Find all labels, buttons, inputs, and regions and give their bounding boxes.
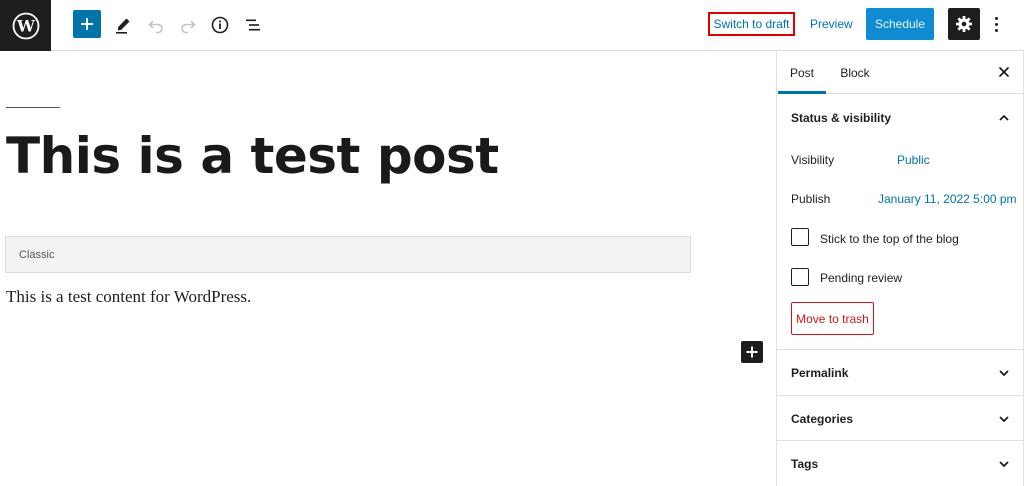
vertical-ellipsis-icon: [994, 16, 998, 20]
pending-review-checkbox[interactable]: [791, 268, 809, 286]
permalink-panel-toggle[interactable]: Permalink: [777, 350, 1024, 395]
tools-button[interactable]: [108, 10, 138, 40]
options-menu-button[interactable]: [986, 10, 1006, 38]
separator-block: [6, 107, 60, 108]
sidebar-tabs: Post Block: [777, 51, 1024, 94]
panel-title: Tags: [791, 456, 819, 471]
tags-panel-toggle[interactable]: Tags: [777, 441, 1024, 486]
preview-button[interactable]: Preview: [805, 12, 858, 36]
info-icon: [211, 16, 229, 34]
redo-button[interactable]: [173, 10, 203, 40]
undo-button[interactable]: [141, 10, 171, 40]
undo-icon: [148, 20, 163, 34]
block-inserter-button[interactable]: [741, 341, 763, 363]
move-to-trash-button[interactable]: Move to trash: [791, 302, 874, 335]
tab-post[interactable]: Post: [778, 51, 826, 94]
wordpress-logo-button[interactable]: W: [0, 0, 51, 51]
schedule-button[interactable]: Schedule: [866, 8, 934, 40]
editor-header: W Switch to draft Preview Schedule: [0, 0, 1024, 51]
tab-block[interactable]: Block: [837, 51, 873, 94]
settings-button[interactable]: [948, 8, 980, 40]
chevron-up-icon: [999, 114, 1009, 121]
redo-icon: [181, 20, 196, 34]
editor-canvas: This is a test post Classic This is a te…: [0, 51, 776, 486]
close-sidebar-button[interactable]: [994, 62, 1014, 82]
list-view-icon: [246, 19, 260, 31]
settings-sidebar: Post Block Status & visibility Visibilit…: [776, 51, 1024, 486]
gear-icon: [956, 16, 972, 32]
publish-label: Publish: [791, 192, 831, 206]
post-content[interactable]: This is a test content for WordPress.: [6, 287, 251, 307]
plus-icon: [746, 346, 758, 358]
publish-date-button[interactable]: January 11, 2022 5:00 pm: [878, 192, 1017, 206]
chevron-down-icon: [999, 369, 1009, 376]
classic-block-toolbar[interactable]: Classic: [5, 236, 691, 273]
close-icon: [998, 66, 1010, 78]
panel-title: Permalink: [791, 365, 849, 380]
panel-title: Categories: [791, 411, 854, 426]
sticky-checkbox[interactable]: [791, 228, 809, 246]
sticky-label[interactable]: Stick to the top of the blog: [820, 232, 959, 246]
switch-to-draft-button[interactable]: Switch to draft: [708, 12, 795, 36]
post-title[interactable]: This is a test post: [6, 127, 499, 185]
visibility-label: Visibility: [791, 153, 835, 167]
categories-panel-toggle[interactable]: Categories: [777, 396, 1024, 441]
visibility-value-button[interactable]: Public: [897, 153, 930, 167]
chevron-down-icon: [999, 460, 1009, 467]
pending-review-label[interactable]: Pending review: [820, 271, 902, 285]
details-button[interactable]: [205, 10, 235, 40]
svg-text:W: W: [16, 16, 36, 35]
list-view-button[interactable]: [238, 10, 268, 40]
plus-icon: [81, 18, 93, 30]
add-block-button[interactable]: [73, 10, 101, 38]
panel-title: Status & visibility: [791, 110, 892, 125]
wordpress-icon: W: [12, 12, 39, 39]
pencil-icon: [116, 18, 130, 34]
chevron-down-icon: [999, 415, 1009, 422]
status-visibility-panel-toggle[interactable]: Status & visibility: [777, 94, 1024, 141]
